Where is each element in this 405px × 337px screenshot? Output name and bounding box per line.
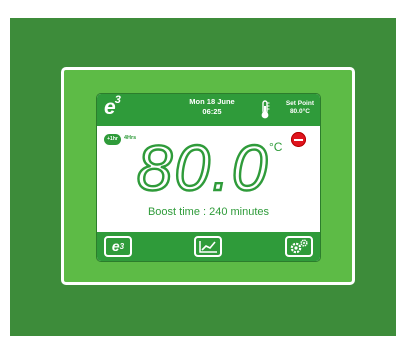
boost-time-text: Boost time : 240 minutes — [147, 206, 270, 218]
e3-logo: e3 — [104, 94, 121, 119]
status-bar: e3 Mon 18 June 06:25 Set Point 80.0°C — [97, 94, 320, 126]
timer-plus-button[interactable]: +1hr — [104, 134, 121, 145]
thermometer-icon — [261, 100, 270, 119]
gear-icon — [290, 239, 308, 254]
lcd-screen: e3 Mon 18 June 06:25 Set Point 80.0°C +1… — [96, 93, 321, 262]
graph-button[interactable] — [194, 236, 222, 257]
setpoint-label: Set Point — [285, 100, 314, 107]
setpoint-display: Set Point 80.0°C — [286, 100, 314, 116]
alarm-stop-icon[interactable] — [291, 132, 306, 147]
setpoint-value: 80.0°C — [289, 108, 310, 115]
date-text: Mon 18 June — [189, 97, 235, 106]
home-button[interactable]: e3 — [104, 236, 132, 257]
graph-icon — [199, 241, 217, 253]
temperature-value: 80.0 — [137, 138, 270, 196]
temperature-readout: 80.0 — [136, 138, 270, 196]
button-bar: e3 — [97, 232, 320, 261]
settings-button[interactable] — [285, 236, 313, 257]
time-text: 06:25 — [202, 107, 222, 116]
date-time: Mon 18 June 06:25 — [177, 97, 247, 117]
main-readout: +1hr 4Hrs 80.0 °C Boost time : 240 minut… — [97, 126, 320, 234]
temperature-unit: °C — [269, 140, 283, 154]
